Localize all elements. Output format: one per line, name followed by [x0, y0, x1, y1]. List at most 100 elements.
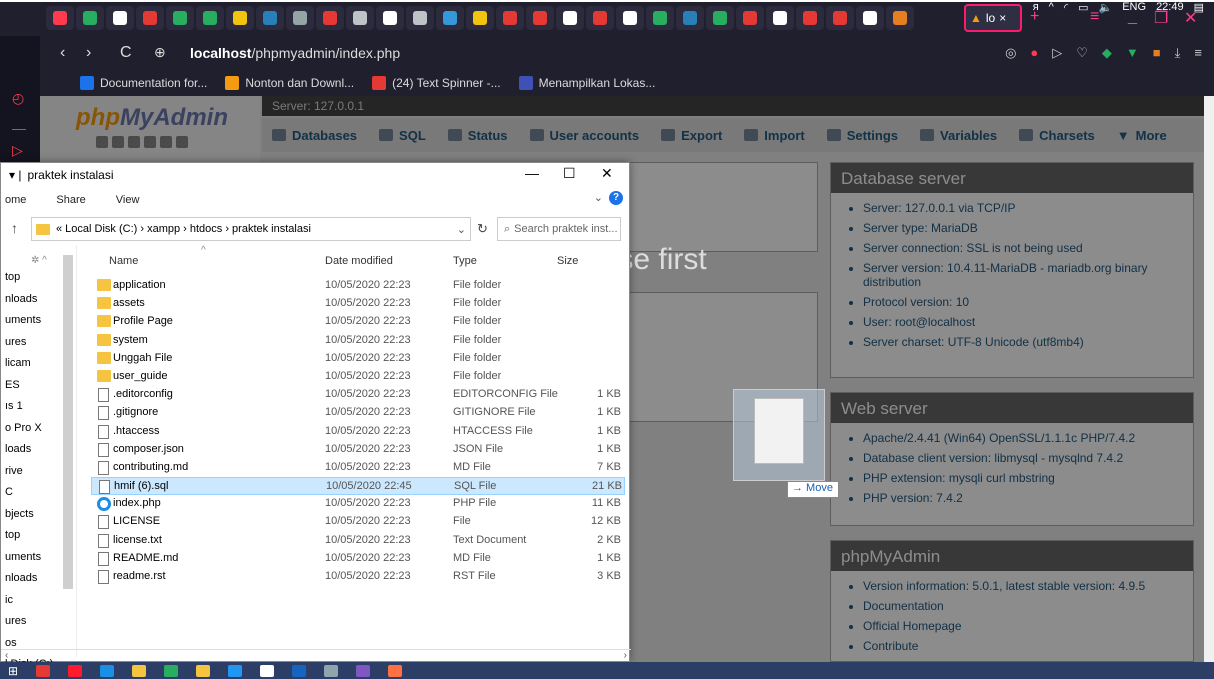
browser-tab[interactable] [526, 6, 554, 30]
nav-pane-item[interactable]: os [5, 637, 17, 649]
browser-tab[interactable] [106, 6, 134, 30]
url-field[interactable]: localhost/phpmyadmin/index.php [190, 45, 400, 61]
scroll-right-icon[interactable]: › [624, 650, 627, 661]
taskbar-app-icon[interactable] [68, 664, 83, 677]
bookmark-item[interactable]: (24) Text Spinner -... [372, 76, 501, 90]
file-row[interactable]: index.php 10/05/2020 22:23 PHP File 11 KB [91, 495, 625, 513]
browser-tab[interactable] [76, 6, 104, 30]
column-type-header[interactable]: Type [453, 255, 477, 267]
send-icon[interactable]: ▷ [1052, 45, 1062, 61]
nav-pane-item[interactable]: nloads [5, 572, 37, 584]
column-size-header[interactable]: Size [557, 255, 578, 267]
search-input[interactable]: ⌕ Search praktek inst... [497, 217, 621, 241]
help-icon[interactable]: ? [609, 191, 623, 205]
nav-pane-item[interactable]: uments [5, 314, 41, 326]
refresh-icon[interactable]: ↻ [477, 221, 488, 237]
file-row[interactable]: composer.json 10/05/2020 22:23 JSON File 1 … [91, 441, 625, 459]
messenger-icon[interactable]: ◴ [12, 90, 28, 106]
bookmark-item[interactable]: Nonton dan Downl... [225, 76, 354, 90]
file-row[interactable]: readme.rst 10/05/2020 22:23 RST File 3 KB [91, 568, 625, 586]
browser-tab[interactable] [466, 6, 494, 30]
browser-tab[interactable] [766, 6, 794, 30]
browser-tab[interactable] [376, 6, 404, 30]
camera-icon[interactable]: ◎ [1005, 45, 1016, 61]
shield-icon[interactable]: ▼ [1126, 45, 1139, 61]
browser-tab[interactable] [646, 6, 674, 30]
file-row[interactable]: .gitignore 10/05/2020 22:23 GITIGNORE File… [91, 404, 625, 422]
file-row-selected[interactable]: hmif (6).sql 10/05/2020 22:45 SQL File 21 K… [91, 477, 625, 496]
nav-pane-item[interactable]: ures [5, 336, 26, 348]
taskbar-app-icon[interactable] [356, 664, 371, 677]
file-row[interactable]: user_guide 10/05/2020 22:23 File folder [91, 368, 625, 386]
nav-pane-item[interactable]: ıs 1 [5, 400, 23, 412]
reload-icon[interactable]: C [120, 44, 132, 62]
file-row[interactable]: .htaccess 10/05/2020 22:23 HTACCESS File 1 … [91, 423, 625, 441]
taskbar-app-icon[interactable] [260, 664, 275, 677]
browser-tab[interactable] [676, 6, 704, 30]
taskbar-app-icon[interactable] [132, 664, 147, 677]
nav-pane-item[interactable]: loads [5, 443, 31, 455]
browser-tab[interactable] [796, 6, 824, 30]
nav-pane-item[interactable]: o Pro X [5, 422, 42, 434]
nav-pane-item[interactable]: nloads [5, 293, 37, 305]
language-indicator[interactable]: ENG [1122, 1, 1146, 14]
wifi-icon[interactable]: ◜ [1064, 1, 1068, 14]
browser-tab[interactable] [316, 6, 344, 30]
close-tab-icon[interactable]: × [999, 11, 1006, 25]
browser-tab[interactable] [136, 6, 164, 30]
column-name-header[interactable]: Name [109, 255, 138, 267]
chevron-down-icon[interactable]: ⌄ [457, 223, 466, 236]
browser-tab[interactable] [586, 6, 614, 30]
taskbar-app-icon[interactable] [164, 664, 179, 677]
nav-pane-item[interactable]: ures [5, 615, 26, 627]
site-info-icon[interactable]: ⊕ [154, 44, 166, 61]
file-row[interactable]: LICENSE 10/05/2020 22:23 File 12 KB [91, 513, 625, 531]
breadcrumb[interactable]: « Local Disk (C:) › xampp › htdocs › pra… [56, 223, 311, 235]
ribbon-tab-home[interactable]: ome [5, 194, 26, 206]
nav-pane-item[interactable]: C [5, 486, 13, 498]
quick-access-icon[interactable]: ▾ | [9, 168, 21, 182]
browser-tab[interactable] [556, 6, 584, 30]
browser-tab[interactable] [496, 6, 524, 30]
battery-icon[interactable]: ▭ [1078, 1, 1088, 14]
windows-start-icon[interactable]: ⊞ [8, 664, 18, 678]
file-row[interactable]: assets 10/05/2020 22:23 File folder [91, 295, 625, 313]
minimize-icon[interactable]: — [525, 165, 539, 181]
chevron-up-icon[interactable]: ^ [1049, 1, 1054, 14]
file-row[interactable]: contributing.md 10/05/2020 22:23 MD File 7 … [91, 459, 625, 477]
ribbon-tab-view[interactable]: View [116, 194, 140, 206]
nav-pane-item[interactable]: licam [5, 357, 31, 369]
taskbar-app-icon[interactable] [292, 664, 307, 677]
browser-tab[interactable] [856, 6, 884, 30]
nav-pane-item[interactable]: uments [5, 551, 41, 563]
close-icon[interactable]: ✕ [601, 165, 613, 182]
browser-tab[interactable] [346, 6, 374, 30]
explorer-address-bar[interactable]: « Local Disk (C:) › xampp › htdocs › pra… [31, 217, 471, 241]
people-icon[interactable]: ᴙ [1033, 1, 1039, 14]
nav-pane-item[interactable]: ES [5, 379, 20, 391]
browser-tab[interactable] [46, 6, 74, 30]
browser-tab[interactable] [886, 6, 914, 30]
nav-pane-item[interactable]: bjects [5, 508, 34, 520]
forward-icon[interactable]: › [86, 44, 91, 62]
browser-tab[interactable] [256, 6, 284, 30]
file-row[interactable]: license.txt 10/05/2020 22:23 Text Document… [91, 532, 625, 550]
bookmark-item[interactable]: Menampilkan Lokas... [518, 76, 655, 90]
browser-tab[interactable] [196, 6, 224, 30]
nav-pane-item[interactable]: rive [5, 465, 23, 477]
ribbon-expand-icon[interactable]: ⌄ [594, 191, 603, 204]
taskbar-app-icon[interactable] [100, 664, 115, 677]
clock[interactable]: 22:49 [1156, 1, 1184, 14]
browser-tab[interactable] [436, 6, 464, 30]
flow-icon[interactable]: ▷ [12, 142, 28, 158]
adblock-icon[interactable]: ● [1030, 45, 1038, 61]
taskbar-app-icon[interactable] [228, 664, 243, 677]
browser-tab[interactable] [736, 6, 764, 30]
nav-pane-item[interactable]: top [5, 271, 20, 283]
heart-icon[interactable]: ♡ [1076, 45, 1088, 61]
taskbar-app-icon[interactable] [196, 664, 211, 677]
browser-tab[interactable] [616, 6, 644, 30]
back-icon[interactable]: ‹ [60, 44, 65, 62]
easy-setup-icon[interactable]: ≡ [1194, 45, 1202, 61]
volume-icon[interactable]: 🔈 [1099, 1, 1113, 14]
